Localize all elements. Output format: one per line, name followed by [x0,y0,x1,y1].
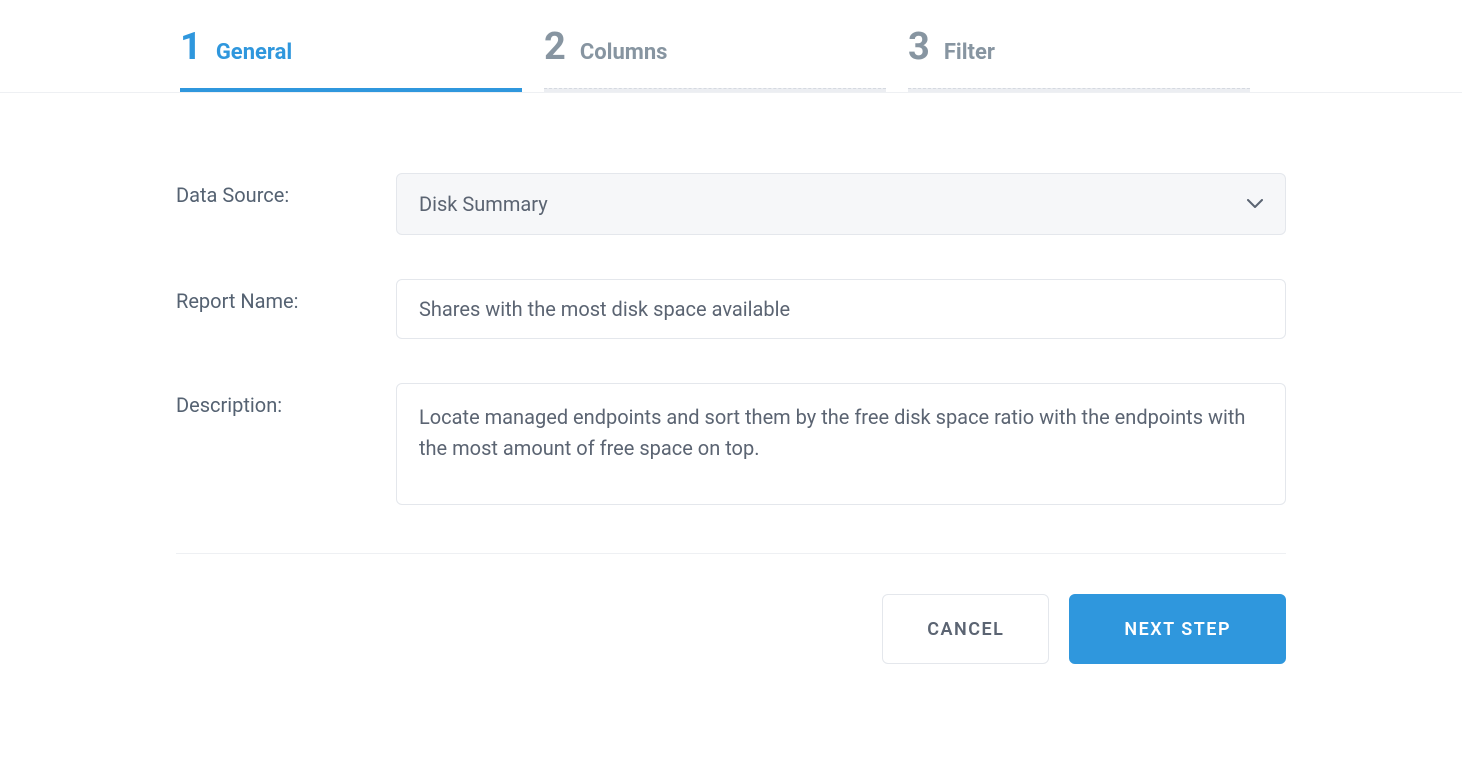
chevron-down-icon [1247,199,1263,209]
row-description: Description: Locate managed endpoints an… [176,383,1286,509]
data-source-label: Data Source: [176,173,396,207]
data-source-value: Disk Summary [419,192,548,216]
description-label: Description: [176,383,396,417]
step-underline [908,88,1250,92]
report-name-input[interactable] [396,279,1286,339]
step-general[interactable]: 1 General [180,28,522,92]
step-label: Filter [944,40,995,65]
footer-divider [176,553,1286,554]
row-data-source: Data Source: Disk Summary [176,173,1286,235]
step-label: Columns [580,40,668,65]
step-columns[interactable]: 2 Columns [544,28,886,92]
form-general: Data Source: Disk Summary Report Name: D… [96,93,1366,509]
row-report-name: Report Name: [176,279,1286,339]
step-filter[interactable]: 3 Filter [908,28,1250,92]
next-step-button[interactable]: NEXT STEP [1069,594,1286,664]
step-underline [544,88,886,92]
description-textarea[interactable]: Locate managed endpoints and sort them b… [396,383,1286,505]
wizard-stepper: 1 General 2 Columns 3 Filter [0,0,1462,93]
step-underline [180,88,522,92]
step-number: 1 [180,28,202,66]
step-number: 2 [544,28,566,66]
form-footer: CANCEL NEXT STEP [96,553,1366,704]
report-name-label: Report Name: [176,279,396,313]
step-label: General [216,40,292,65]
cancel-button[interactable]: CANCEL [882,594,1049,664]
data-source-select[interactable]: Disk Summary [396,173,1286,235]
step-number: 3 [908,28,930,66]
